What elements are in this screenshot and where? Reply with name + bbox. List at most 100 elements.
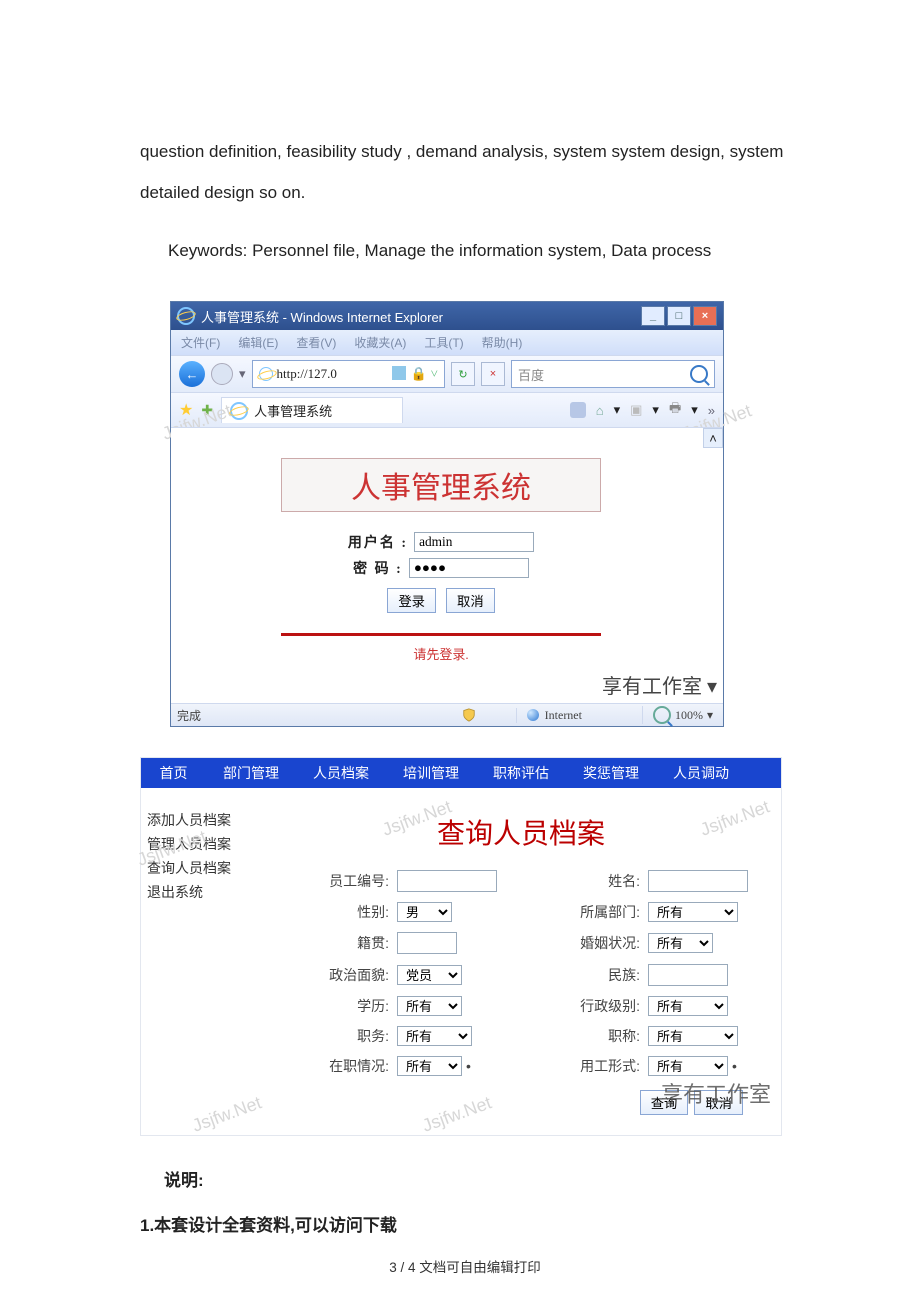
label-native: 籍贯:	[269, 933, 389, 953]
zoom-icon	[653, 706, 671, 724]
status-done: 完成	[171, 707, 221, 724]
menu-view[interactable]: 查看(V)	[296, 334, 336, 351]
username-label: 用户名 :	[348, 532, 408, 552]
add-favorite-icon[interactable]: ✚	[201, 402, 213, 419]
address-text: http://127.0	[277, 366, 337, 382]
browser-viewport: ˄ 人事管理系统 用户名 : 密 码 : 登录 取消	[171, 427, 723, 703]
login-panel: 人事管理系统 用户名 : 密 码 : 登录 取消	[281, 458, 601, 663]
more-chevron-icon[interactable]: »	[708, 403, 715, 418]
login-message: 请先登录.	[281, 644, 601, 663]
page-title: 查询人员档案	[269, 812, 773, 852]
label-edu: 学历:	[269, 996, 389, 1016]
label-title: 职称:	[530, 1026, 640, 1046]
cancel-button[interactable]: 取消	[446, 588, 495, 613]
paragraph-1: question definition, feasibility study ,…	[140, 132, 790, 214]
username-input[interactable]	[414, 532, 534, 552]
print-icon[interactable]: 🖶	[669, 399, 681, 421]
select-admin-level[interactable]: 所有	[648, 996, 728, 1016]
sidebar-add[interactable]: 添加人员档案	[147, 810, 255, 830]
maximize-button[interactable]: □	[667, 306, 691, 326]
select-marriage[interactable]: 所有	[648, 933, 713, 953]
scroll-up-icon[interactable]: ˄	[703, 428, 723, 448]
dropdown-icon[interactable]: ˅	[431, 366, 438, 382]
login-title: 人事管理系统	[281, 458, 601, 512]
nav-back-button[interactable]: ←	[179, 361, 205, 387]
tab-toolbar: ★ ✚ 人事管理系统 ⌂▾ ▣▾ 🖶▾ »	[171, 392, 723, 427]
query-form: 员工编号: 姓名: 性别: 男 所属部门: 所有 籍贯: 婚姻状况: 所有 政治…	[269, 870, 773, 1076]
refresh-button[interactable]: ↻	[451, 362, 475, 386]
menu-bar: 文件(F) 编辑(E) 查看(V) 收藏夹(A) 工具(T) 帮助(H)	[171, 330, 723, 355]
select-emp-type[interactable]: 所有	[648, 1056, 728, 1076]
address-bar[interactable]: http://127.0 🔒 ˅	[252, 360, 445, 388]
page-footer: 3 / 4 文档可自由编辑打印	[140, 1256, 790, 1276]
nav-training[interactable]: 培训管理	[386, 758, 476, 788]
sidebar-query[interactable]: 查询人员档案	[147, 858, 255, 878]
ie-icon	[230, 402, 248, 420]
paragraph-keywords: Keywords: Personnel file, Manage the inf…	[140, 231, 790, 272]
select-political[interactable]: 党员	[397, 965, 462, 985]
close-button[interactable]: ×	[693, 306, 717, 326]
login-button[interactable]: 登录	[387, 588, 436, 613]
label-emp-type: 用工形式:	[530, 1056, 640, 1076]
home-icon[interactable]: ⌂	[596, 403, 604, 418]
select-gender[interactable]: 男	[397, 902, 452, 922]
label-admin-level: 行政级别:	[530, 996, 640, 1016]
menu-file[interactable]: 文件(F)	[181, 334, 220, 351]
address-toolbar: ← ▾ http://127.0 🔒 ˅ ↻ × 百度	[171, 355, 723, 392]
nav-title[interactable]: 职称评估	[476, 758, 566, 788]
menu-help[interactable]: 帮助(H)	[482, 334, 523, 351]
select-post[interactable]: 所有	[397, 1026, 472, 1046]
menu-favorites[interactable]: 收藏夹(A)	[354, 334, 406, 351]
notes-heading: 说明:	[140, 1166, 790, 1191]
favorites-star-icon[interactable]: ★	[179, 400, 193, 420]
select-job-status[interactable]: 所有	[397, 1056, 462, 1076]
label-gender: 性别:	[269, 902, 389, 922]
nav-personnel[interactable]: 人员档案	[296, 758, 386, 788]
ie-window-screenshot: Jsjfw.Net Jsjfw.Net Jsjfw.Net 人事管理系统 - W…	[170, 301, 724, 727]
select-dept[interactable]: 所有	[648, 902, 738, 922]
separator-line	[281, 633, 601, 636]
stop-button[interactable]: ×	[481, 362, 505, 386]
compat-icon[interactable]	[392, 366, 406, 380]
label-nation: 民族:	[530, 965, 640, 985]
input-emp-no[interactable]	[397, 870, 497, 892]
nav-dept[interactable]: 部门管理	[206, 758, 296, 788]
input-native[interactable]	[397, 932, 457, 954]
search-placeholder: 百度	[518, 365, 544, 384]
toolbar-icon[interactable]	[570, 402, 586, 418]
label-marriage: 婚姻状况:	[530, 933, 640, 953]
label-job-status: 在职情况:	[269, 1056, 389, 1076]
label-political: 政治面貌:	[269, 965, 389, 985]
ie-icon	[177, 307, 195, 325]
security-zone[interactable]: Internet	[516, 708, 642, 723]
select-edu[interactable]: 所有	[397, 996, 462, 1016]
nav-transfer[interactable]: 人员调动	[656, 758, 746, 788]
menu-edit[interactable]: 编辑(E)	[238, 334, 278, 351]
brand-label: 享有工作室	[661, 1077, 771, 1109]
minimize-button[interactable]: _	[641, 306, 665, 326]
menu-tools[interactable]: 工具(T)	[424, 334, 463, 351]
lock-icon: 🔒	[410, 366, 426, 382]
select-title[interactable]: 所有	[648, 1026, 738, 1046]
nav-reward[interactable]: 奖惩管理	[566, 758, 656, 788]
input-name[interactable]	[648, 870, 748, 892]
sidebar-manage[interactable]: 管理人员档案	[147, 834, 255, 854]
globe-icon	[527, 709, 539, 721]
sidebar-exit[interactable]: 退出系统	[147, 882, 255, 902]
search-box[interactable]: 百度	[511, 360, 715, 388]
ie-icon	[259, 367, 273, 381]
label-name: 姓名:	[530, 871, 640, 891]
tab-title: 人事管理系统	[254, 401, 332, 420]
active-tab[interactable]: 人事管理系统	[221, 397, 403, 423]
label-emp-no: 员工编号:	[269, 871, 389, 891]
window-title: 人事管理系统 - Windows Internet Explorer	[201, 307, 443, 326]
sidebar: 添加人员档案 管理人员档案 查询人员档案 退出系统	[141, 788, 261, 1135]
zoom-control[interactable]: 100% ▾	[642, 706, 723, 724]
input-nation[interactable]	[648, 964, 728, 986]
label-post: 职务:	[269, 1026, 389, 1046]
nav-forward-button[interactable]	[211, 363, 233, 385]
search-icon[interactable]	[690, 365, 708, 383]
nav-home[interactable]: 首页	[141, 758, 206, 788]
feed-icon[interactable]: ▣	[630, 402, 642, 418]
password-input[interactable]	[409, 558, 529, 578]
